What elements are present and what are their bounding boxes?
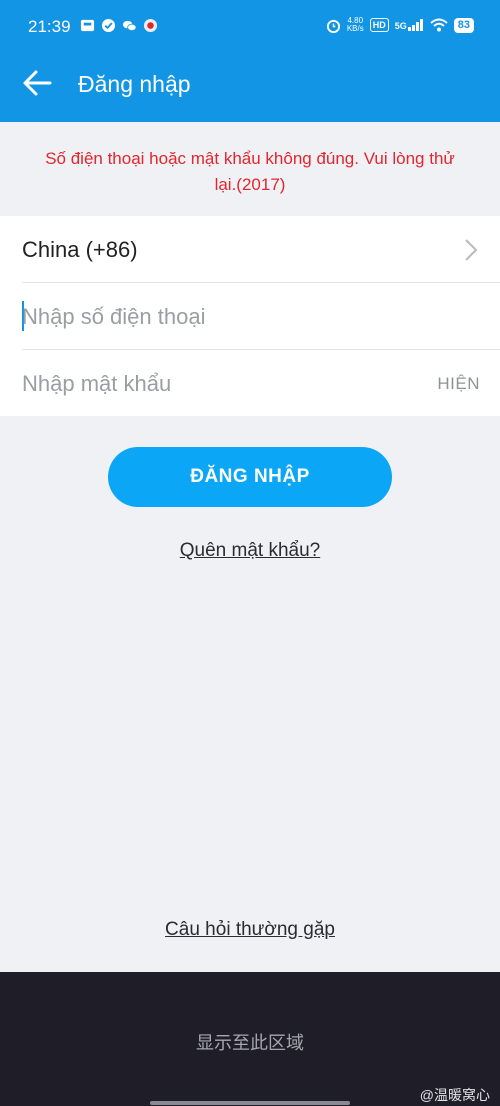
country-label: China (+86) (22, 237, 138, 262)
password-input[interactable]: Nhập mật khẩu HIỆN (22, 350, 500, 416)
faq-link[interactable]: Câu hỏi thường gặp (0, 919, 500, 941)
overlay-text: 显示至此区域 (196, 1033, 304, 1053)
home-indicator[interactable] (150, 1101, 350, 1105)
show-password-toggle[interactable]: HIỆN (437, 374, 480, 394)
page-title: Đăng nhập (78, 71, 191, 97)
wifi-icon (430, 18, 448, 32)
net-speed: 4.80 KB/s (347, 17, 364, 33)
network-type-label: 5G (394, 21, 407, 31)
forgot-password-link[interactable]: Quên mật khẩu? (0, 540, 500, 562)
bottom-overlay: 显示至此区域 @温暖窝心 (0, 972, 500, 1106)
login-form: China (+86) Nhập số điện thoại Nhập mật … (0, 216, 500, 416)
gallery-icon (80, 19, 95, 32)
alarm-icon (326, 19, 340, 33)
login-button[interactable]: ĐĂNG NHẬP (108, 447, 392, 507)
status-time: 21:39 (28, 17, 71, 36)
phone-input[interactable]: Nhập số điện thoại (22, 283, 500, 350)
chevron-right-icon (465, 239, 478, 261)
watermark: @温暖窝心 (419, 1087, 490, 1103)
check-circle-icon (101, 18, 116, 33)
signal-icon: 5G (395, 19, 424, 31)
app-notification-icon (143, 18, 158, 33)
password-placeholder: Nhập mật khẩu (22, 371, 172, 396)
status-indicators: 4.80 KB/s HD 5G 83 (326, 17, 474, 33)
app-bar: Đăng nhập (0, 44, 500, 122)
net-speed-unit: KB/s (346, 24, 364, 33)
country-selector[interactable]: China (+86) (22, 216, 500, 283)
arrow-left-icon[interactable] (22, 69, 52, 97)
battery-icon: 83 (453, 17, 474, 33)
phone-placeholder: Nhập số điện thoại (22, 304, 206, 329)
wechat-icon (122, 20, 137, 32)
hd-badge: HD (369, 18, 389, 32)
error-message: Số điện thoại hoặc mật khẩu không đúng. … (45, 149, 455, 194)
status-bar: 21:39 4.80 KB/s HD 5G 83 (0, 0, 500, 44)
notification-icons (80, 18, 158, 33)
